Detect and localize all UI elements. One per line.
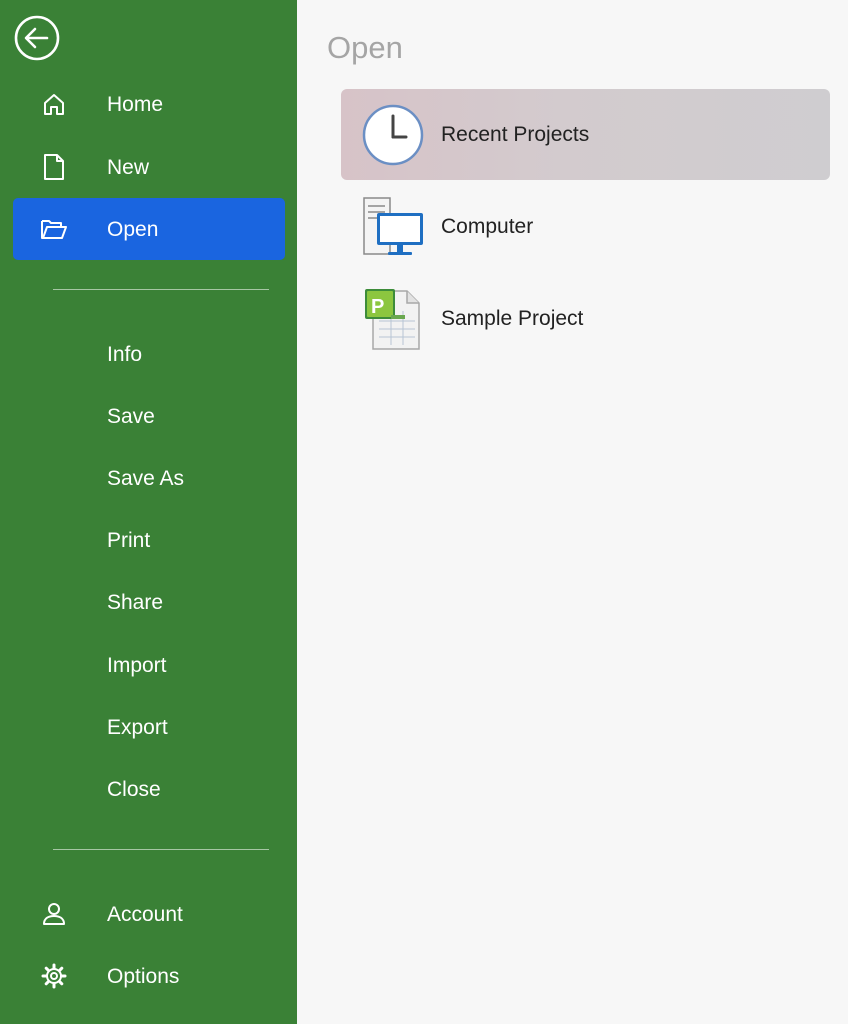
nav-item-label: Open (107, 217, 159, 241)
home-icon (40, 90, 68, 118)
nav-item-label: Import (107, 653, 167, 677)
new-document-icon (40, 153, 68, 181)
location-sample-project[interactable]: P Sample Project (341, 273, 830, 364)
nav-item-label: New (107, 155, 150, 179)
nav-item-export[interactable]: Export (13, 696, 285, 758)
location-computer[interactable]: Computer (341, 181, 830, 272)
svg-text:P: P (371, 296, 384, 318)
nav-item-open[interactable]: Open (13, 198, 285, 260)
nav-item-label: Print (107, 528, 151, 552)
project-file-icon: P (361, 287, 425, 351)
gear-icon (40, 962, 68, 990)
nav-item-label: Options (107, 964, 180, 988)
nav-item-home[interactable]: Home (13, 73, 285, 135)
nav-item-label: Save As (107, 466, 185, 490)
nav-item-label: Export (107, 715, 168, 739)
sidebar-divider (53, 849, 269, 850)
sidebar-divider (53, 289, 269, 290)
nav-item-save[interactable]: Save (13, 385, 285, 447)
location-label: Sample Project (441, 306, 584, 330)
nav-item-options[interactable]: Options (13, 945, 285, 1007)
nav-item-save-as[interactable]: Save As (13, 447, 285, 509)
person-icon (40, 900, 68, 928)
nav-item-label: Account (107, 902, 183, 926)
nav-item-print[interactable]: Print (13, 509, 285, 571)
nav-item-label: Home (107, 92, 164, 116)
nav-item-import[interactable]: Import (13, 634, 285, 696)
nav-item-label: Share (107, 590, 164, 614)
open-panel: Open Recent Projects Computer P Sample P… (297, 0, 848, 1024)
nav-item-account[interactable]: Account (13, 883, 285, 945)
back-arrow-icon (14, 15, 60, 61)
nav-item-label: Close (107, 777, 161, 801)
nav-item-close[interactable]: Close (13, 758, 285, 820)
page-title: Open (327, 30, 403, 65)
location-label: Computer (441, 214, 534, 238)
nav-item-new[interactable]: New (13, 136, 285, 198)
location-label: Recent Projects (441, 122, 590, 146)
computer-icon (361, 195, 425, 259)
nav-item-label: Save (107, 404, 155, 428)
nav-item-share[interactable]: Share (13, 571, 285, 633)
folder-open-icon (40, 215, 68, 243)
nav-item-info[interactable]: Info (13, 323, 285, 385)
back-button[interactable] (13, 14, 61, 62)
clock-icon (361, 103, 425, 167)
backstage-sidebar: Home New Open Info Save Save As Print Sh… (0, 0, 297, 1024)
nav-item-label: Info (107, 342, 143, 366)
location-recent-projects[interactable]: Recent Projects (341, 89, 830, 180)
